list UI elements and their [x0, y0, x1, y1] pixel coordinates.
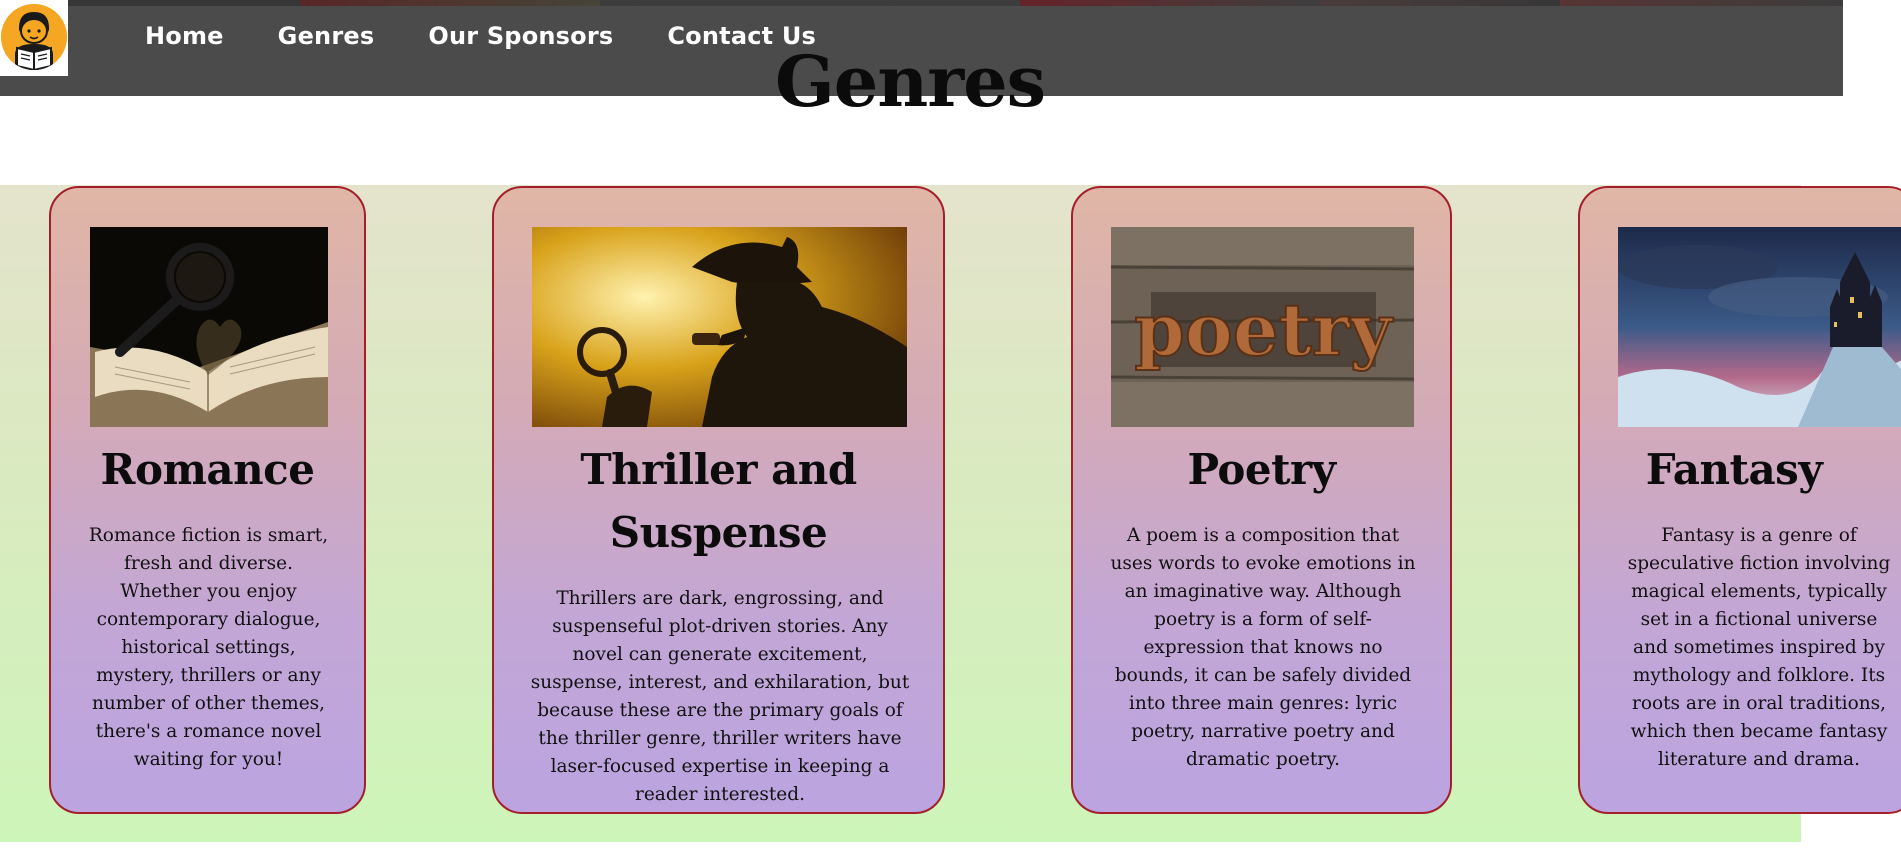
genre-description-fantasy: Fantasy is a genre of speculative fictio…	[1627, 525, 1891, 770]
site-logo[interactable]	[0, 0, 68, 76]
nav-genres-link[interactable]: Genres	[278, 22, 375, 50]
genre-description-romance: Romance fiction is smart, fresh and dive…	[88, 525, 329, 770]
poetry-letterpress-image: poetry	[1111, 227, 1414, 427]
reading-child-icon	[1, 4, 67, 70]
thriller-detective-image	[532, 227, 907, 427]
genre-card-thriller[interactable]: Thriller and Suspense Thrillers are dark…	[492, 186, 945, 814]
genre-title-fantasy: Fantasy	[1645, 445, 1823, 494]
nav-sponsors-link[interactable]: Our Sponsors	[428, 22, 613, 50]
page-title: Genres	[775, 40, 1046, 123]
reading-child-icon-graphic	[1, 4, 67, 70]
genre-card-fantasy[interactable]: Fantasy Fantasy is a genre of speculativ…	[1578, 186, 1901, 814]
genre-description-poetry: A poem is a composition that uses words …	[1110, 525, 1416, 770]
main-nav: Home Genres Our Sponsors Contact Us	[145, 22, 870, 50]
poetry-image-word: poetry	[1134, 287, 1393, 372]
romance-book-image	[90, 227, 328, 427]
header-banner-strip	[0, 0, 1843, 6]
genre-title-thriller: Thriller and Suspense	[580, 445, 857, 557]
genre-title-romance: Romance	[100, 445, 315, 494]
genre-title-poetry: Poetry	[1187, 445, 1336, 494]
nav-home-link[interactable]: Home	[145, 22, 224, 50]
fantasy-castle-image	[1618, 227, 1901, 427]
genre-card-romance[interactable]: Romance Romance fiction is smart, fresh …	[49, 186, 366, 814]
genre-description-thriller: Thrillers are dark, engrossing, and susp…	[530, 588, 910, 805]
genre-card-poetry[interactable]: poetry Poetry A poem is a composition th…	[1071, 186, 1452, 814]
